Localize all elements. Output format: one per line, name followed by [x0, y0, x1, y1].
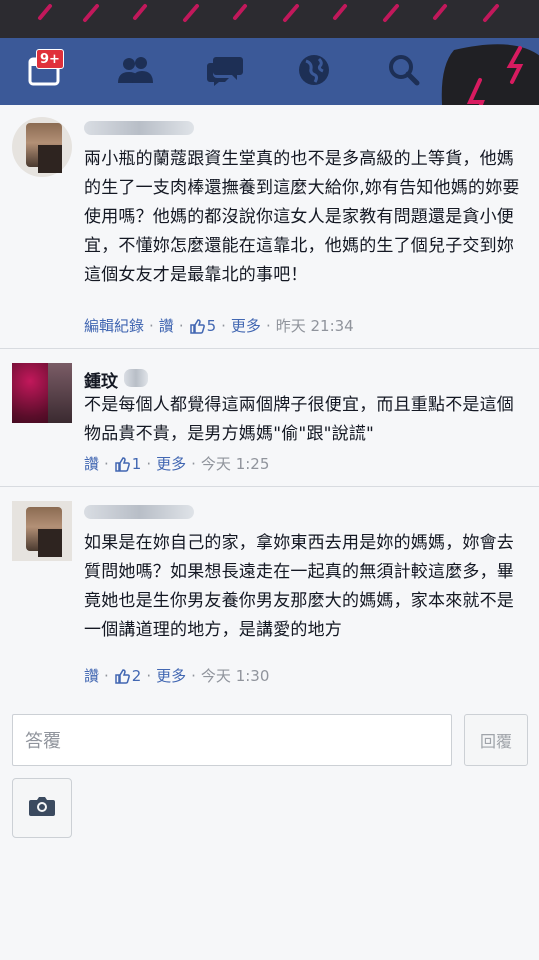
camera-button[interactable] — [12, 778, 72, 838]
like-count[interactable]: 5 — [207, 317, 217, 335]
thumbs-up-icon — [114, 456, 130, 472]
status-bar — [0, 0, 539, 40]
like-count[interactable]: 1 — [132, 455, 142, 473]
comment-body: 兩小瓶的蘭蔻跟資生堂真的也不是多高級的上等貨，他媽的生了一支肉棒還撫養到這麼大給… — [84, 149, 520, 285]
edit-history-link[interactable]: 編輯紀錄 — [84, 315, 144, 336]
name-redaction — [84, 121, 194, 135]
like-link[interactable]: 讚 — [159, 315, 174, 336]
camera-icon — [28, 795, 56, 821]
more-link[interactable]: 更多 — [156, 453, 186, 474]
comment-list: 兩小瓶的蘭蔻跟資生堂真的也不是多高級的上等貨，他媽的生了一支肉棒還撫養到這麼大給… — [0, 105, 539, 699]
messages-icon[interactable] — [203, 50, 247, 90]
like-count[interactable]: 2 — [132, 667, 142, 685]
thumbs-up-icon — [189, 318, 205, 334]
comment-item: 鍾玟 不是每個人都覺得這兩個牌子很便宜，而且重點不是這個物品貴不貴，是男方媽媽"… — [0, 349, 539, 487]
like-link[interactable]: 讚 — [84, 665, 99, 686]
comment-actions: 讚 · 2 · 更多 · 今天 1:30 — [84, 665, 270, 686]
comment-actions: 編輯紀錄 · 讚 · 5 · 更多 · 昨天 21:34 — [84, 315, 354, 336]
comment-body: 不是每個人都覺得這兩個牌子很便宜，而且重點不是這個物品貴不貴，是男方媽媽"偷"跟… — [84, 395, 514, 444]
more-link[interactable]: 更多 — [156, 665, 186, 686]
friends-icon[interactable] — [113, 50, 157, 90]
comment-item: 如果是在妳自己的家，拿妳東西去用是妳的媽媽，妳會去質問她嗎？如果想長遠走在一起真… — [0, 487, 539, 699]
like-link[interactable]: 讚 — [84, 453, 99, 474]
avatar[interactable] — [12, 501, 72, 561]
thumbs-up-icon — [114, 668, 130, 684]
globe-icon[interactable] — [292, 50, 336, 90]
name-redaction — [84, 505, 194, 519]
comment-body: 如果是在妳自己的家，拿妳東西去用是妳的媽媽，妳會去質問她嗎？如果想長遠走在一起真… — [84, 533, 514, 640]
more-link[interactable]: 更多 — [231, 315, 261, 336]
timestamp: 今天 1:30 — [200, 667, 270, 685]
reply-button[interactable]: 回覆 — [464, 714, 528, 766]
avatar[interactable] — [12, 363, 72, 423]
commenter-name[interactable]: 鍾玟 — [84, 367, 118, 392]
avatar[interactable] — [12, 117, 72, 177]
comment-item: 兩小瓶的蘭蔻跟資生堂真的也不是多高級的上等貨，他媽的生了一支肉棒還撫養到這麼大給… — [0, 105, 539, 349]
name-redaction — [124, 369, 148, 387]
scribble-marks — [38, 4, 499, 22]
comment-actions: 讚 · 1 · 更多 · 今天 1:25 — [84, 453, 270, 474]
timestamp: 今天 1:25 — [200, 455, 270, 473]
timestamp: 昨天 21:34 — [275, 317, 354, 335]
search-icon[interactable] — [382, 50, 426, 90]
notification-badge: 9+ — [36, 49, 64, 69]
reply-input[interactable]: 答覆 — [12, 714, 452, 766]
